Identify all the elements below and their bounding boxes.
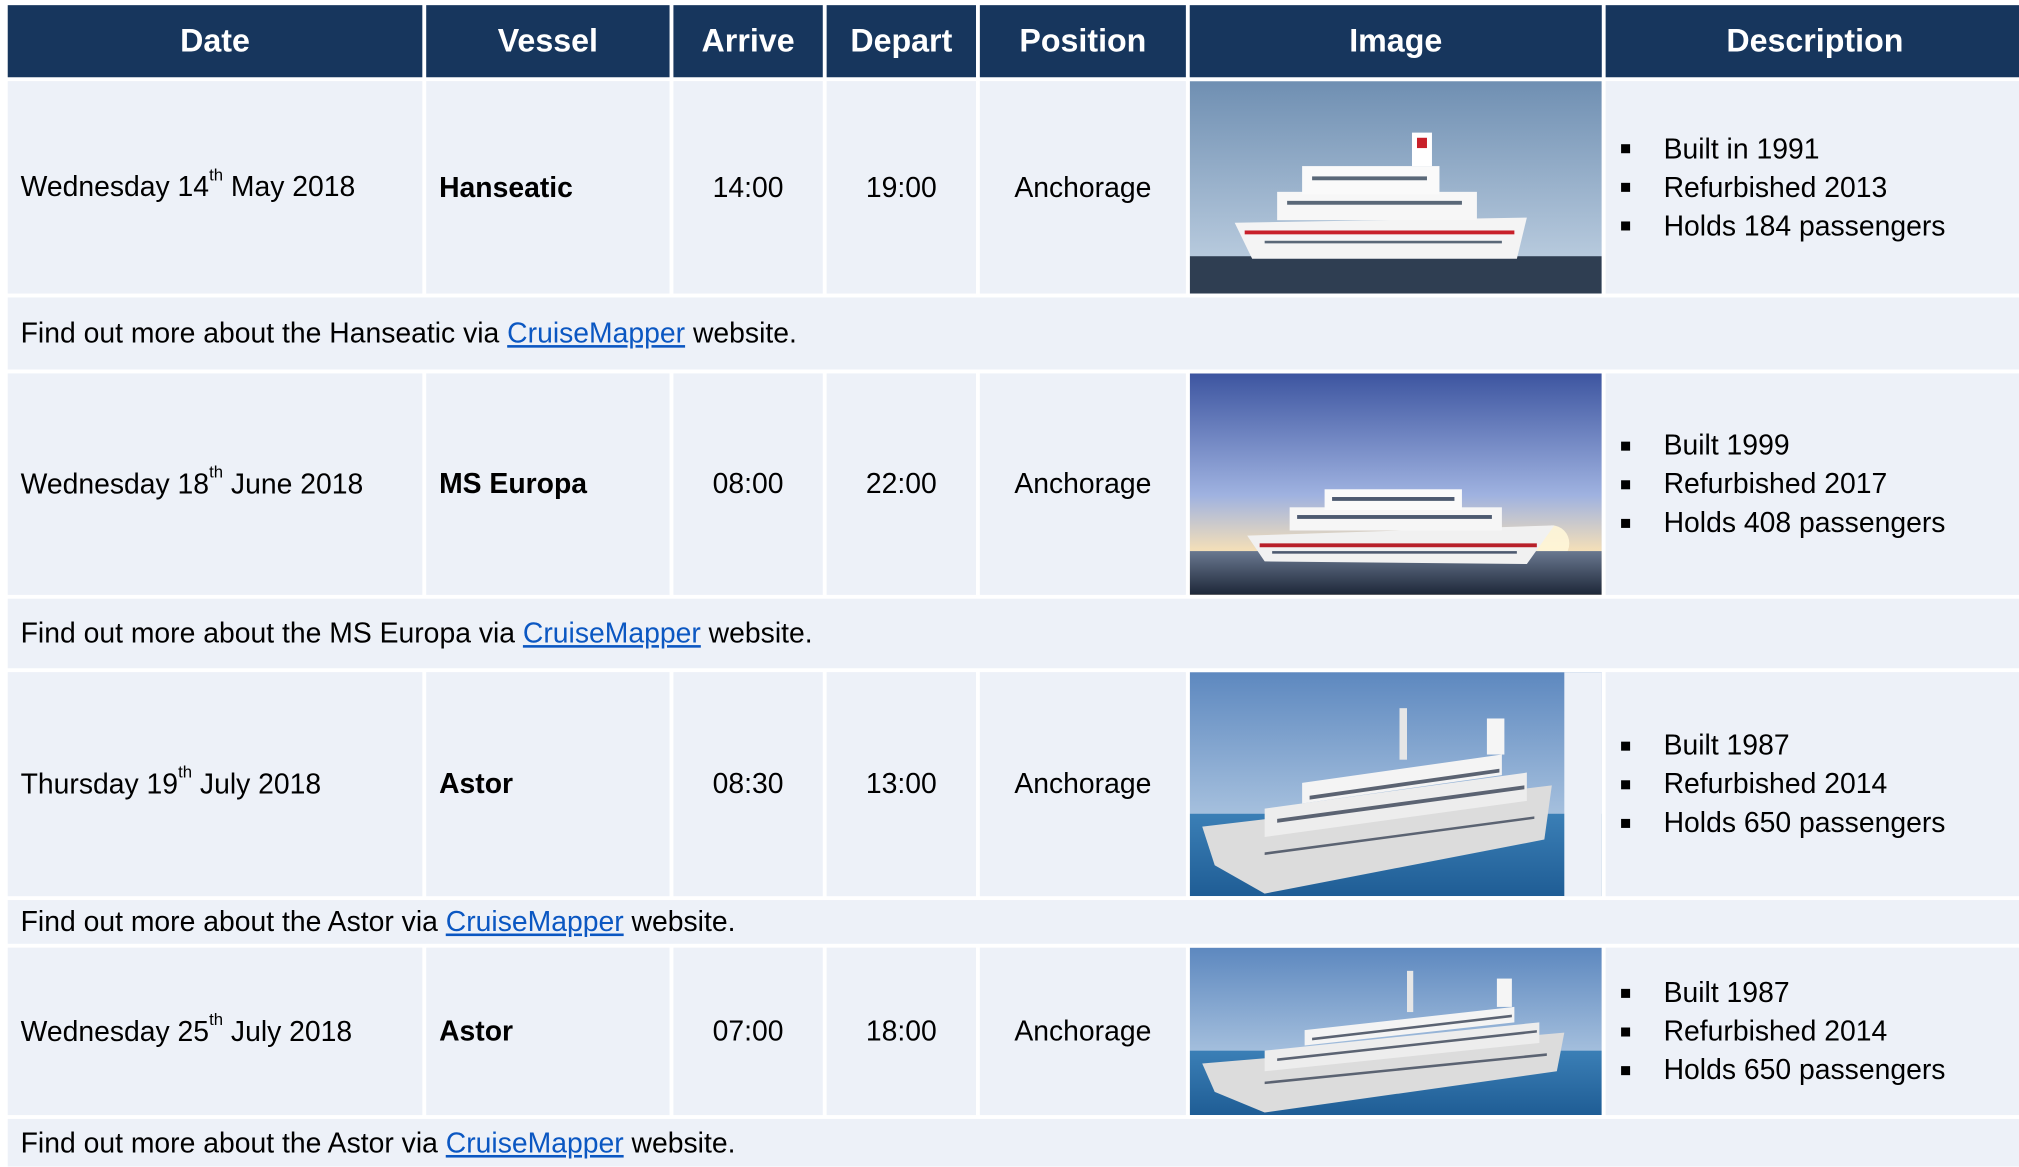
date-cell: Wednesday 18th June 2018 — [7, 373, 423, 595]
date-text: Wednesday 25th July 2018 — [20, 1009, 353, 1048]
ship-image-europa — [1189, 373, 1602, 595]
arrive-cell: 14:00 — [673, 81, 823, 294]
header-vessel: Vessel — [426, 5, 670, 78]
bullet-icon — [1621, 818, 1631, 828]
position-cell: Anchorage — [979, 672, 1186, 897]
depart-cell: 19:00 — [826, 81, 977, 294]
bullet-icon — [1621, 182, 1631, 192]
more-info-row: Find out more about the Astor via ​Cruis… — [7, 1118, 2019, 1167]
arrive-cell: 07:00 — [673, 947, 823, 1116]
more-info-text: Find out more about the Hanseatic via — [20, 316, 508, 349]
bullet-icon — [1621, 779, 1631, 789]
ship-photo — [1189, 81, 1602, 294]
arrive-cell: 08:00 — [673, 373, 823, 595]
bullet-icon — [1621, 221, 1631, 231]
header-description: Description — [1605, 5, 2019, 78]
more-info-suffix: website. — [623, 905, 736, 938]
position-cell: Anchorage — [979, 947, 1186, 1116]
bullet-icon — [1621, 144, 1631, 154]
list-item: Refurbished 2017 — [1621, 465, 1945, 504]
list-item: Holds 408 passengers — [1621, 503, 1945, 542]
date-cell: Wednesday 14th May 2018 — [7, 81, 423, 294]
list-item: Holds 650 passengers — [1621, 1051, 1945, 1090]
vessel-cell: MS Europa — [426, 373, 670, 595]
more-info-suffix: website. — [700, 616, 813, 649]
more-info-text: Find out more about the MS Europa via — [20, 616, 523, 649]
vessel-cell: Hanseatic — [426, 81, 670, 294]
ship-photo — [1189, 947, 1602, 1116]
list-item: Holds 650 passengers — [1621, 803, 1945, 842]
ship-image-astor — [1189, 672, 1602, 897]
description-cell: Built 1987 Refurbished 2014 Holds 650 pa… — [1605, 672, 2019, 897]
more-info-text: Find out more about the Astor via — [20, 1126, 446, 1159]
bullet-icon — [1621, 741, 1631, 751]
header-image: Image — [1189, 5, 1602, 78]
header-date: Date — [7, 5, 423, 78]
position-cell: Anchorage — [979, 81, 1186, 294]
bullet-icon — [1621, 1026, 1631, 1036]
more-info-row: Find out more about the MS Europa via ​C… — [7, 598, 2019, 669]
depart-cell: 18:00 — [826, 947, 977, 1116]
description-list: Built in 1991 Refurbished 2013 Holds 184… — [1606, 129, 1945, 246]
bullet-icon — [1621, 1065, 1631, 1075]
ship-photo — [1189, 373, 1602, 595]
list-item: Built 1987 — [1621, 973, 1945, 1012]
cruisemapper-link[interactable]: CruiseMapper — [507, 317, 685, 350]
date-text: Wednesday 14th May 2018 — [20, 165, 356, 203]
more-info-row: Find out more about the Hanseatic via ​C… — [7, 297, 2019, 370]
list-item: Built in 1991 — [1621, 129, 1945, 168]
cruise-schedule-table: Date Vessel Arrive Depart Position Image… — [7, 5, 2019, 1167]
list-item: Built 1999 — [1621, 426, 1945, 465]
bullet-icon — [1621, 518, 1631, 528]
description-cell: Built in 1991 Refurbished 2013 Holds 184… — [1605, 81, 2019, 294]
header-arrive: Arrive — [673, 5, 823, 78]
more-info-suffix: website. — [685, 316, 797, 349]
ship-photo — [1189, 672, 1602, 897]
ship-image-hanseatic — [1189, 81, 1602, 294]
position-cell: Anchorage — [979, 373, 1186, 595]
date-text: Thursday 19th July 2018 — [20, 762, 322, 800]
bullet-icon — [1621, 441, 1631, 451]
vessel-cell: Astor — [426, 672, 670, 897]
header-position: Position — [979, 5, 1186, 78]
header-depart: Depart — [826, 5, 977, 78]
more-info-text: Find out more about the Astor via — [20, 905, 446, 938]
list-item: Built 1987 — [1621, 726, 1945, 765]
cruisemapper-link[interactable]: CruiseMapper — [446, 905, 624, 938]
list-item: Refurbished 2013 — [1621, 168, 1945, 207]
description-cell: Built 1999 Refurbished 2017 Holds 408 pa… — [1605, 373, 2019, 595]
ship-image-astor-2 — [1189, 947, 1602, 1116]
bullet-icon — [1621, 479, 1631, 489]
list-item: Holds 184 passengers — [1621, 207, 1945, 246]
vessel-cell: Astor — [426, 947, 670, 1116]
description-list: Built 1987 Refurbished 2014 Holds 650 pa… — [1606, 726, 1945, 842]
date-text: Wednesday 18th June 2018 — [20, 462, 364, 500]
arrive-cell: 08:30 — [673, 672, 823, 897]
depart-cell: 22:00 — [826, 373, 977, 595]
list-item: Refurbished 2014 — [1621, 1012, 1945, 1051]
bullet-icon — [1621, 988, 1631, 998]
list-item: Refurbished 2014 — [1621, 765, 1945, 804]
more-info-suffix: website. — [623, 1126, 736, 1159]
date-cell: Thursday 19th July 2018 — [7, 672, 423, 897]
cruisemapper-link[interactable]: CruiseMapper — [446, 1126, 624, 1159]
depart-cell: 13:00 — [826, 672, 977, 897]
description-list: Built 1987 Refurbished 2014 Holds 650 pa… — [1606, 973, 1945, 1090]
date-cell: Wednesday 25th July 2018 — [7, 947, 423, 1116]
description-cell: Built 1987 Refurbished 2014 Holds 650 pa… — [1605, 947, 2019, 1116]
cruisemapper-link[interactable]: CruiseMapper — [523, 617, 701, 650]
more-info-row: Find out more about the Astor via ​Cruis… — [7, 900, 2019, 944]
description-list: Built 1999 Refurbished 2017 Holds 408 pa… — [1606, 426, 1945, 542]
